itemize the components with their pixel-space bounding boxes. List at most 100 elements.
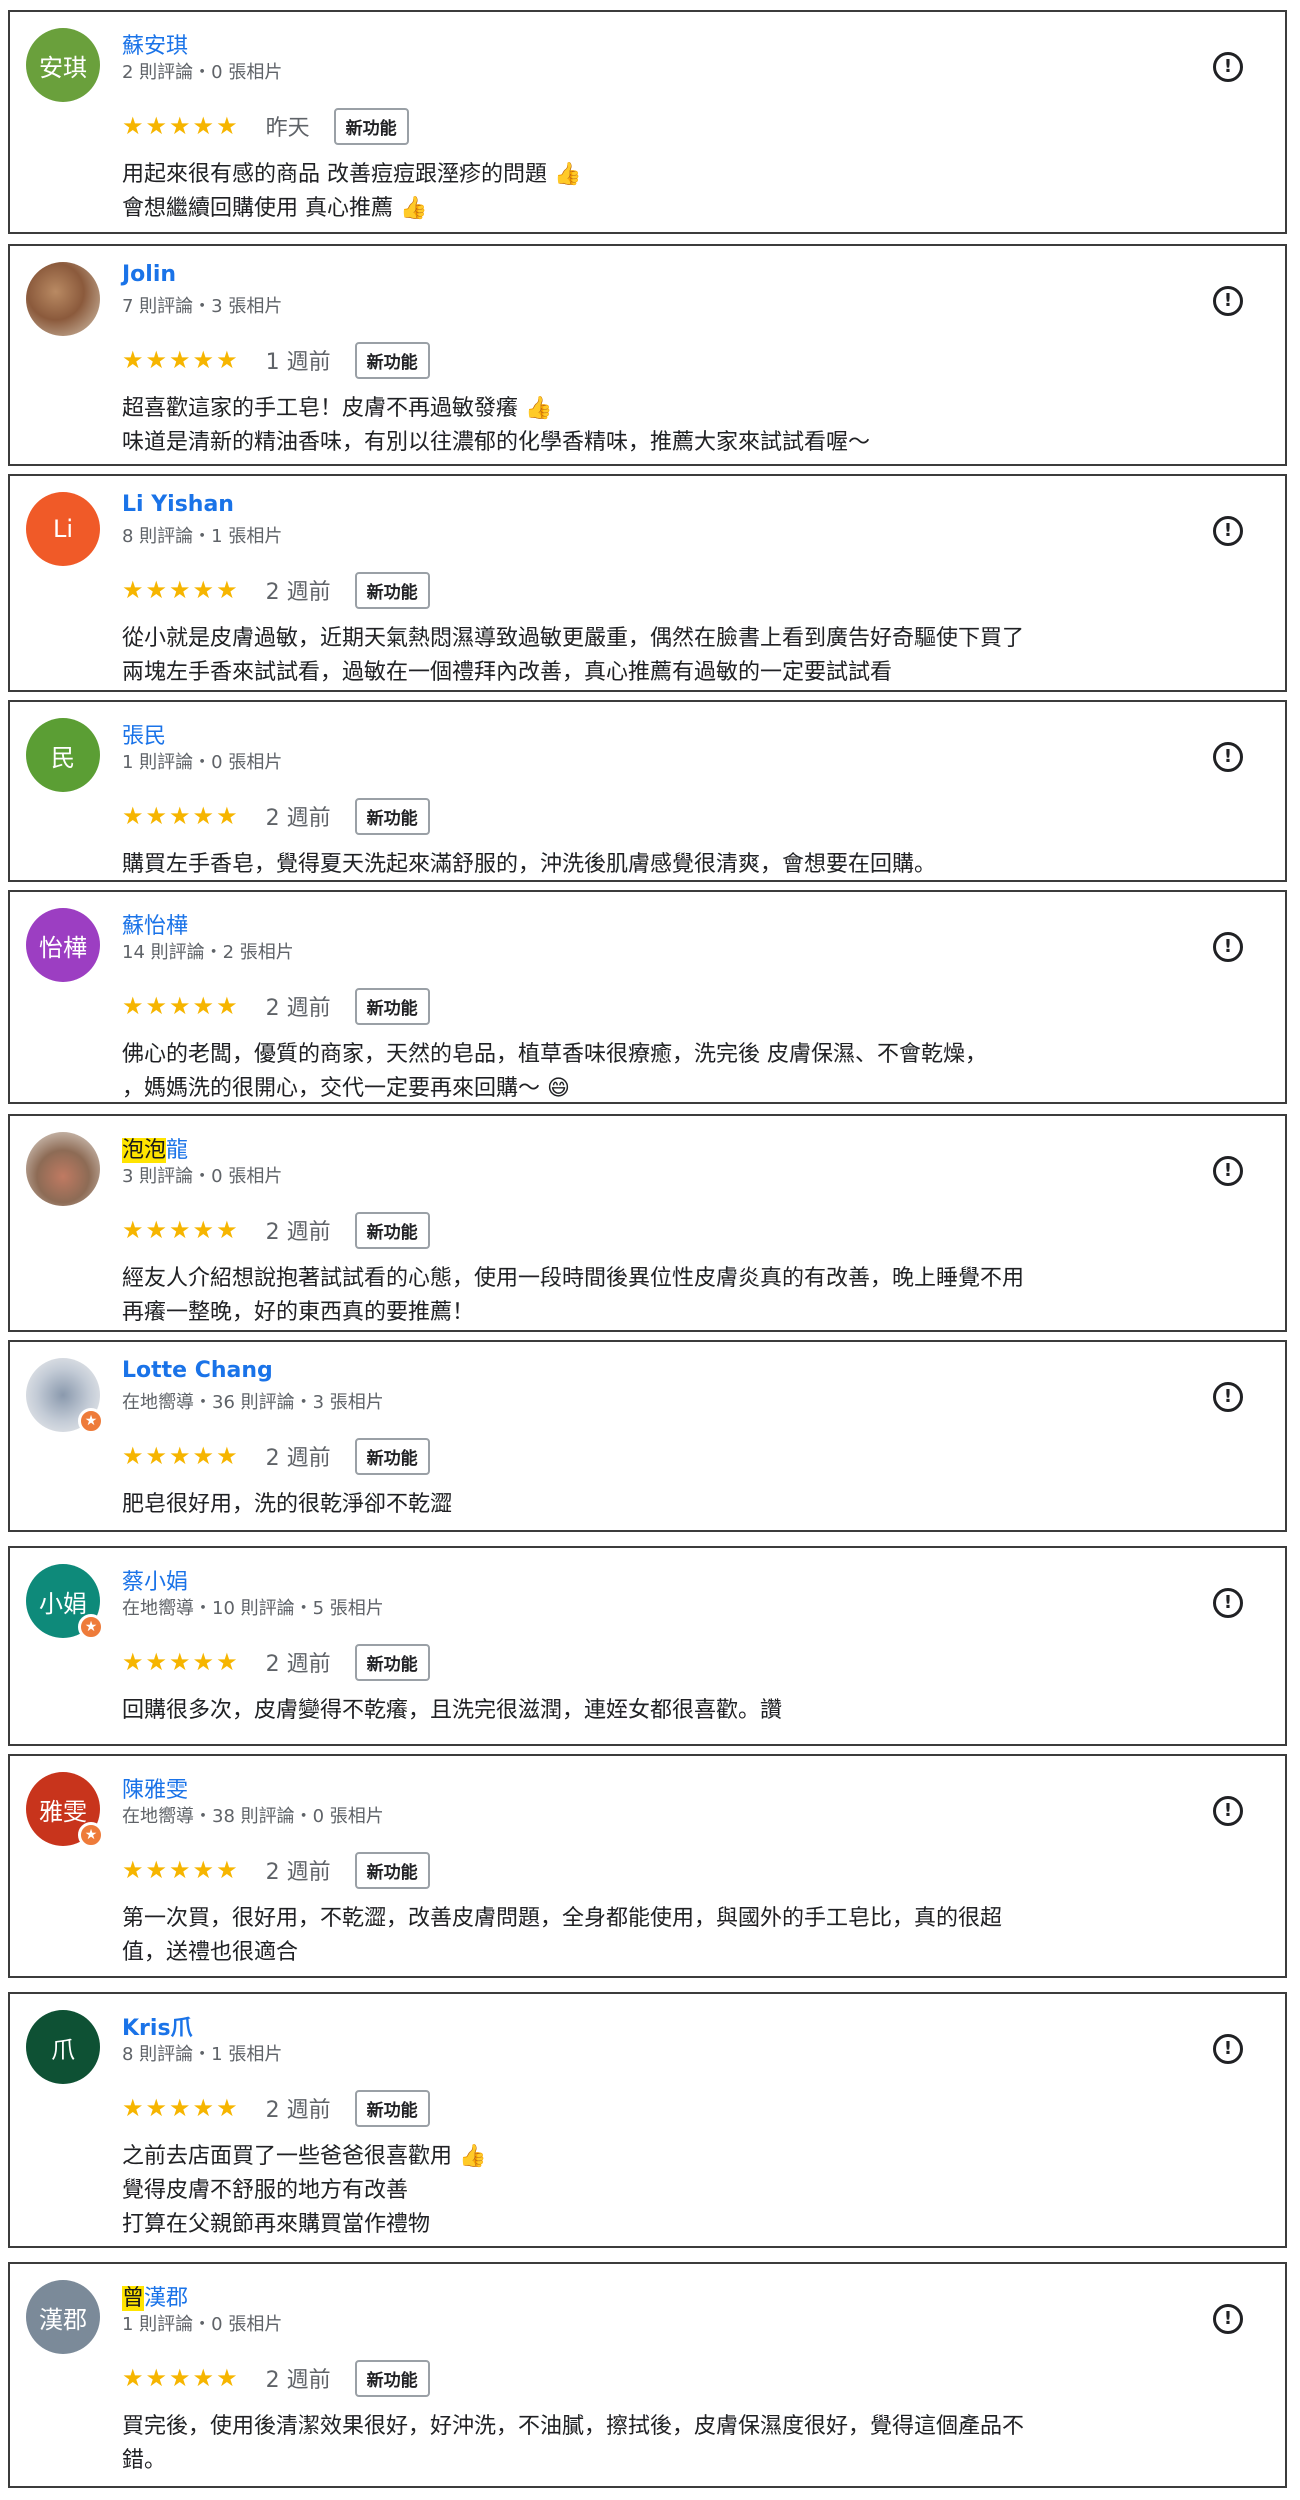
new-feature-badge[interactable]: 新功能 — [354, 2359, 430, 2397]
avatar[interactable]: Li — [26, 492, 100, 566]
avatar[interactable]: 怡樺 — [26, 908, 100, 982]
review-text-line: 從小就是皮膚過敏，近期天氣熱悶濕導致過敏更嚴重，偶然在臉書上看到廣告好奇驅使下買… — [122, 626, 1025, 651]
reviewer-meta: 在地嚮導・36 則評論・3 張相片 — [122, 1392, 384, 1413]
rating-row: ★★★★★ 2 週前 新功能 — [122, 2359, 430, 2397]
reviewer-name[interactable]: 蘇怡樺 — [122, 908, 188, 940]
avatar-initials: Li — [52, 515, 74, 543]
new-feature-badge[interactable]: 新功能 — [354, 2089, 430, 2127]
review-card: 怡樺 蘇怡樺 14 則評論・2 張相片 ★★★★★ 2 週前 新功能 ! 佛心的… — [8, 890, 1287, 1104]
new-feature-badge[interactable]: 新功能 — [354, 1643, 430, 1681]
new-feature-badge[interactable]: 新功能 — [354, 1851, 430, 1889]
reviewer-name[interactable]: 曾漢郡 — [122, 2280, 188, 2312]
report-icon[interactable]: ! — [1213, 742, 1243, 772]
reviewer-name[interactable]: 蘇安琪 — [122, 28, 188, 60]
review-text: 買完後，使用後清潔效果很好，好沖洗，不油膩，擦拭後，皮膚保濕度很好，覺得這個產品… — [122, 2410, 1255, 2478]
local-guide-badge-icon: ★ — [78, 1614, 104, 1640]
avatar[interactable] — [26, 262, 100, 336]
review-text-line: ，媽媽洗的很開心，交代一定要再來回購～ 😄 — [122, 1076, 570, 1101]
reviewer-name[interactable]: Kris爪 — [122, 2010, 193, 2042]
reviewer-meta: 14 則評論・2 張相片 — [122, 942, 294, 963]
review-card: 小娟 ★ 蔡小娟 在地嚮導・10 則評論・5 張相片 ★★★★★ 2 週前 新功能… — [8, 1546, 1287, 1746]
report-icon[interactable]: ! — [1213, 932, 1243, 962]
reviewer-meta: 在地嚮導・10 則評論・5 張相片 — [122, 1598, 384, 1619]
review-text-line: 打算在父親節再來購買當作禮物 — [122, 2212, 431, 2237]
avatar[interactable] — [26, 1132, 100, 1206]
reviewer-meta: 在地嚮導・38 則評論・0 張相片 — [122, 1806, 384, 1827]
report-icon[interactable]: ! — [1213, 286, 1243, 316]
report-icon[interactable]: ! — [1213, 1796, 1243, 1826]
avatar[interactable]: 爪 — [26, 2010, 100, 2084]
reviewer-name[interactable]: Lotte Chang — [122, 1358, 273, 1383]
reviewer-name[interactable]: Jolin — [122, 262, 176, 287]
avatar-initials: 雅雯 — [39, 1797, 87, 1826]
reviewer-name[interactable]: 張民 — [122, 718, 166, 750]
avatar[interactable]: 小娟 ★ — [26, 1564, 104, 1640]
new-feature-badge[interactable]: 新功能 — [354, 571, 430, 609]
new-feature-badge[interactable]: 新功能 — [354, 341, 430, 379]
reviewer-meta: 8 則評論・1 張相片 — [122, 526, 283, 547]
review-text-line: 回購很多次，皮膚變得不乾癢，且洗完很滋潤，連姪女都很喜歡。讚 — [122, 1698, 783, 1723]
review-text: 回購很多次，皮膚變得不乾癢，且洗完很滋潤，連姪女都很喜歡。讚 — [122, 1694, 1255, 1728]
new-feature-badge[interactable]: 新功能 — [354, 1437, 430, 1475]
review-time: 昨天 — [265, 116, 310, 141]
name-rest: 漢郡 — [144, 2286, 189, 2311]
review-time: 2 週前 — [265, 1220, 331, 1245]
reviewer-meta: 1 則評論・0 張相片 — [122, 752, 283, 773]
review-text-line: 再癢一整晚，好的東西真的要推薦！ — [122, 1300, 475, 1325]
rating-row: ★★★★★ 2 週前 新功能 — [122, 571, 430, 609]
reviewer-meta: 2 則評論・0 張相片 — [122, 62, 283, 83]
review-text-line: 用起來很有感的商品 改善痘痘跟溼疹的問題 👍 — [122, 162, 582, 187]
new-feature-badge[interactable]: 新功能 — [354, 987, 430, 1025]
review-text-line: 會想繼續回購使用 真心推薦 👍 — [122, 196, 428, 221]
star-rating: ★★★★★ — [122, 576, 240, 604]
highlighted-name-part: 泡泡 — [122, 1138, 167, 1163]
report-icon[interactable]: ! — [1213, 1588, 1243, 1618]
report-icon[interactable]: ! — [1213, 2034, 1243, 2064]
new-feature-badge[interactable]: 新功能 — [354, 797, 430, 835]
report-icon[interactable]: ! — [1213, 2304, 1243, 2334]
reviewer-name[interactable]: Li Yishan — [122, 492, 234, 517]
review-text: 超喜歡這家的手工皂！皮膚不再過敏發癢 👍 味道是清新的精油香味，有別以往濃郁的化… — [122, 392, 1255, 460]
review-text: 第一次買，很好用，不乾澀，改善皮膚問題，全身都能使用，與國外的手工皂比，真的很超… — [122, 1902, 1255, 1970]
review-text-line: 之前去店面買了一些爸爸很喜歡用 👍 — [122, 2144, 487, 2169]
avatar[interactable]: 安琪 — [26, 28, 100, 102]
avatar[interactable]: 雅雯 ★ — [26, 1772, 104, 1848]
rating-row: ★★★★★ 2 週前 新功能 — [122, 1211, 430, 1249]
avatar-initials: 民 — [51, 743, 75, 772]
review-time: 1 週前 — [265, 350, 331, 375]
review-text-line: 值，送禮也很適合 — [122, 1940, 299, 1965]
name-rest: 龍 — [166, 1138, 189, 1163]
review-card: Jolin 7 則評論・3 張相片 ★★★★★ 1 週前 新功能 ! 超喜歡這家… — [8, 244, 1287, 466]
review-time: 2 週前 — [265, 580, 331, 605]
rating-row: ★★★★★ 1 週前 新功能 — [122, 341, 430, 379]
review-text-line: 第一次買，很好用，不乾澀，改善皮膚問題，全身都能使用，與國外的手工皂比，真的很超 — [122, 1906, 1003, 1931]
reviewer-name[interactable]: 蔡小娟 — [122, 1564, 188, 1596]
review-time: 2 週前 — [265, 1446, 331, 1471]
reviewer-name[interactable]: 陳雅雯 — [122, 1772, 188, 1804]
star-rating: ★★★★★ — [122, 2364, 240, 2392]
new-feature-badge[interactable]: 新功能 — [333, 107, 409, 145]
avatar[interactable]: ★ — [26, 1358, 104, 1434]
review-card: 雅雯 ★ 陳雅雯 在地嚮導・38 則評論・0 張相片 ★★★★★ 2 週前 新功能… — [8, 1754, 1287, 1978]
review-text-line: 買完後，使用後清潔效果很好，好沖洗，不油膩，擦拭後，皮膚保濕度很好，覺得這個產品… — [122, 2414, 1025, 2439]
review-card: 安琪 蘇安琪 2 則評論・0 張相片 ★★★★★ 昨天 新功能 ! 用起來很有感… — [8, 10, 1287, 234]
new-feature-badge[interactable]: 新功能 — [354, 1211, 430, 1249]
avatar[interactable]: 民 — [26, 718, 100, 792]
report-icon[interactable]: ! — [1213, 1382, 1243, 1412]
review-card: 泡泡龍 3 則評論・0 張相片 ★★★★★ 2 週前 新功能 ! 經友人介紹想說… — [8, 1114, 1287, 1332]
review-text-line: 肥皂很好用，洗的很乾淨卻不乾澀 — [122, 1492, 453, 1517]
rating-row: ★★★★★ 2 週前 新功能 — [122, 2089, 430, 2127]
review-text: 佛心的老闆，優質的商家，天然的皂品，植草香味很療癒，洗完後 皮膚保濕、不會乾燥，… — [122, 1038, 1255, 1106]
review-text: 經友人介紹想說抱著試試看的心態，使用一段時間後異位性皮膚炎真的有改善，晚上睡覺不… — [122, 1262, 1255, 1330]
review-time: 2 週前 — [265, 2098, 331, 2123]
report-icon[interactable]: ! — [1213, 52, 1243, 82]
rating-row: ★★★★★ 2 週前 新功能 — [122, 987, 430, 1025]
report-icon[interactable]: ! — [1213, 1156, 1243, 1186]
reviewer-name[interactable]: 泡泡龍 — [122, 1132, 188, 1164]
avatar[interactable]: 漢郡 — [26, 2280, 100, 2354]
review-card: 漢郡 曾漢郡 1 則評論・0 張相片 ★★★★★ 2 週前 新功能 ! 買完後，… — [8, 2262, 1287, 2488]
local-guide-badge-icon: ★ — [78, 1408, 104, 1434]
avatar-initials: 怡樺 — [39, 933, 87, 962]
report-icon[interactable]: ! — [1213, 516, 1243, 546]
review-text-line: 覺得皮膚不舒服的地方有改善 — [122, 2178, 409, 2203]
